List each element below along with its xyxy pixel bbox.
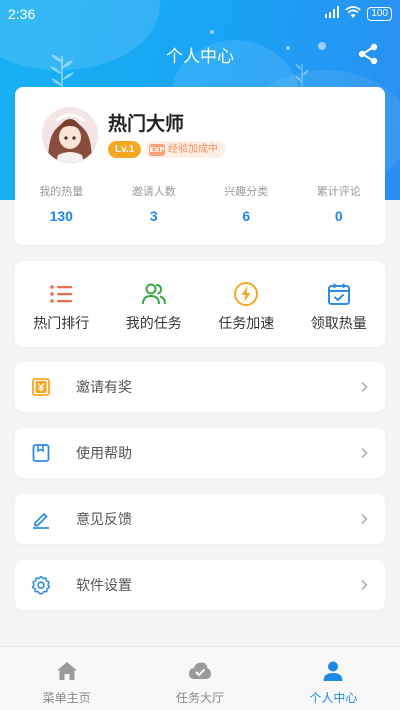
- shortcut-label: 领取热量: [310, 316, 367, 332]
- gear-icon: [31, 575, 51, 595]
- tab-profile[interactable]: 个人中心: [267, 647, 400, 710]
- shortcut-label: 任务加速: [218, 316, 275, 332]
- wifi-icon: [345, 6, 362, 22]
- page-title: 个人中心: [166, 47, 234, 67]
- home-icon: [56, 662, 77, 680]
- chevron-right-icon: [361, 381, 368, 393]
- tab-task-hall[interactable]: 任务大厅: [133, 647, 266, 710]
- avatar[interactable]: [42, 107, 98, 163]
- gift-voucher-icon: [32, 378, 50, 396]
- cloud-check-icon: [188, 662, 211, 679]
- shortcut-task-boost[interactable]: 任务加速: [200, 261, 293, 347]
- share-icon: [358, 43, 378, 65]
- shortcut-hot-ranking[interactable]: 热门排行: [15, 261, 108, 347]
- stat-value: 6: [242, 208, 251, 224]
- chevron-right-icon: [361, 513, 368, 525]
- exp-boost-badge: EXP 经验加成中: [145, 141, 226, 158]
- status-time: 2:36: [8, 6, 36, 22]
- stats-row: 我的热量 130 邀请人数 3 兴趣分类 6 累计评论 0: [15, 183, 385, 224]
- shortcut-label: 我的任务: [125, 316, 182, 332]
- username: 热门大师: [108, 113, 185, 135]
- stat-value: 0: [334, 208, 343, 224]
- bottom-tab-bar: 菜单主页 任务大厅 个人中心: [0, 646, 400, 710]
- stat-label: 兴趣分类: [224, 185, 269, 198]
- share-button[interactable]: [356, 42, 380, 66]
- stat-heat[interactable]: 我的热量 130: [15, 183, 108, 224]
- menu-label: 软件设置: [76, 578, 132, 594]
- list-icon: [50, 285, 73, 303]
- exp-icon: EXP: [149, 143, 165, 156]
- stat-value: 3: [149, 208, 158, 224]
- status-bar: 2:36 100: [0, 0, 400, 28]
- menu-label: 邀请有奖: [76, 380, 132, 396]
- book-icon: [32, 444, 50, 462]
- menu-label: 使用帮助: [76, 446, 132, 462]
- battery-icon: 100: [367, 7, 392, 21]
- menu-label: 意见反馈: [76, 512, 132, 528]
- tab-label: 个人中心: [309, 691, 358, 705]
- person-icon: [323, 661, 343, 681]
- menu-item-invite-reward[interactable]: 邀请有奖: [15, 362, 385, 412]
- shortcut-card: 热门排行 我的任务 任务加速 领取热量: [15, 261, 385, 347]
- tab-label: 任务大厅: [175, 691, 224, 705]
- users-icon: [141, 283, 166, 305]
- menu-item-feedback[interactable]: 意见反馈: [15, 494, 385, 544]
- exp-status-text: 经验加成中: [168, 144, 218, 155]
- shortcut-my-tasks[interactable]: 我的任务: [108, 261, 201, 347]
- stat-label: 累计评论: [316, 185, 361, 198]
- level-badge: Lv.1: [108, 141, 142, 158]
- calendar-check-icon: [327, 283, 350, 305]
- menu-item-settings[interactable]: 软件设置: [15, 560, 385, 610]
- profile-card: 热门大师 Lv.1 EXP 经验加成中 我的热量 130 邀请人数 3 兴趣分类…: [15, 87, 385, 245]
- stat-label: 我的热量: [39, 185, 84, 198]
- chevron-right-icon: [361, 447, 368, 459]
- stat-invites[interactable]: 邀请人数 3: [108, 183, 201, 224]
- stat-interests[interactable]: 兴趣分类 6: [200, 183, 293, 224]
- lightning-icon: [234, 282, 259, 306]
- tab-home[interactable]: 菜单主页: [0, 647, 133, 710]
- shortcut-claim-heat[interactable]: 领取热量: [293, 261, 386, 347]
- stat-value: 130: [49, 208, 73, 224]
- tab-label: 菜单主页: [42, 691, 91, 705]
- shortcut-label: 热门排行: [33, 316, 90, 332]
- stat-comments[interactable]: 累计评论 0: [293, 183, 386, 224]
- menu-item-help[interactable]: 使用帮助: [15, 428, 385, 478]
- edit-icon: [33, 512, 49, 529]
- stat-label: 邀请人数: [131, 185, 176, 198]
- signal-icon: [325, 6, 340, 22]
- chevron-right-icon: [361, 579, 368, 591]
